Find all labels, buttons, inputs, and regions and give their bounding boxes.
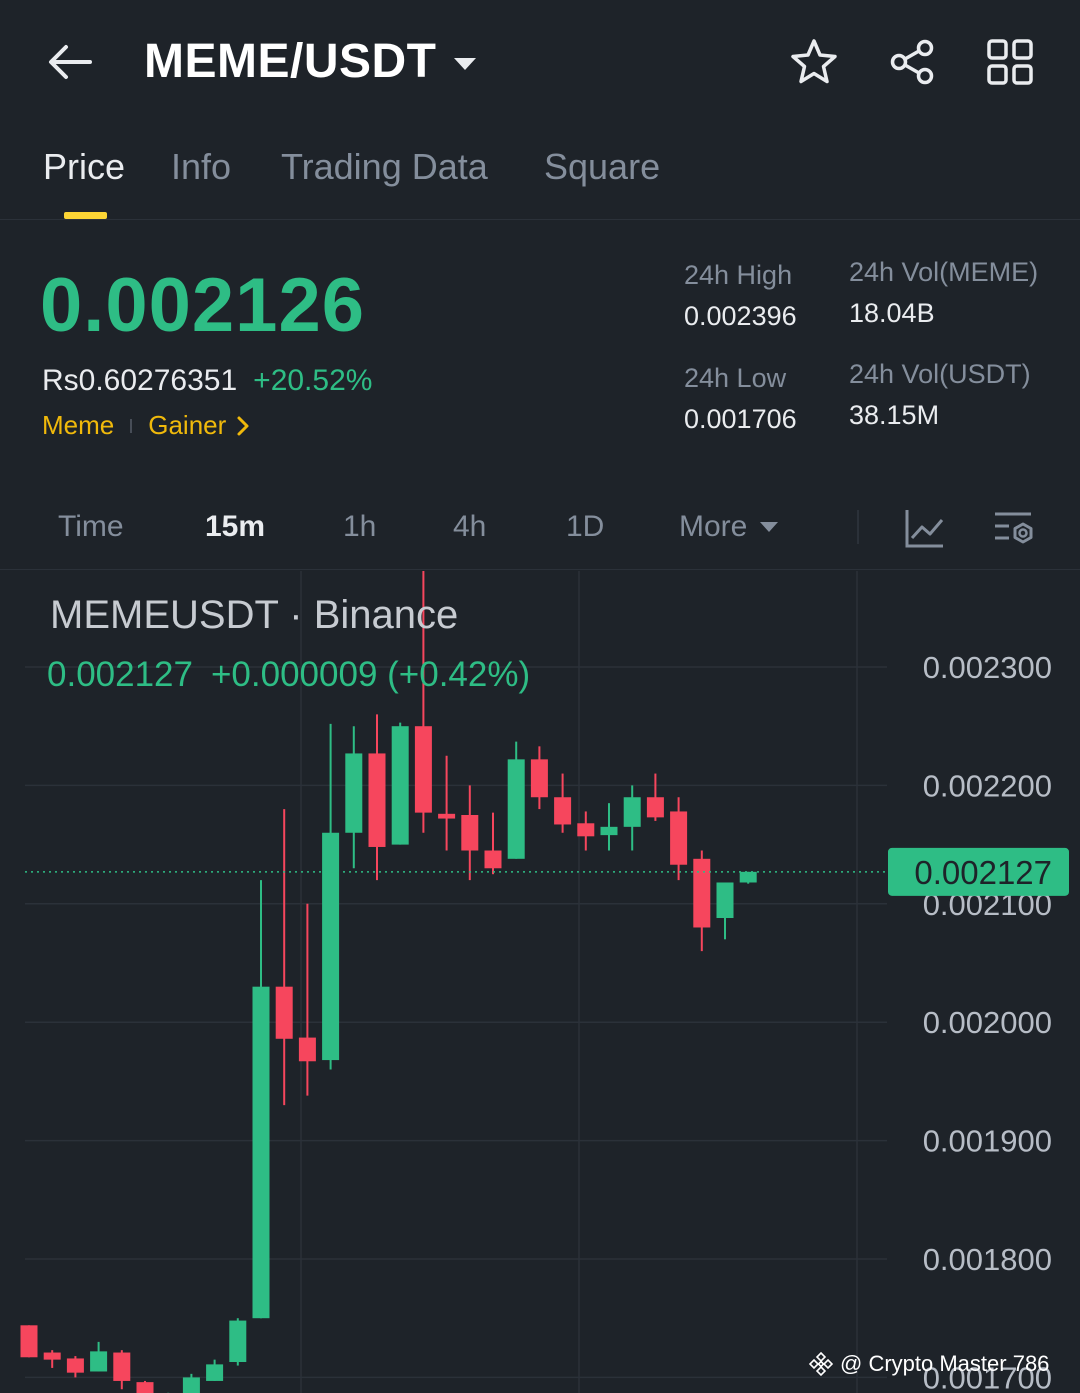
- back-arrow-icon: [49, 45, 92, 79]
- page-tabs: Price Info Trading Data Square: [0, 140, 1080, 220]
- tab-price[interactable]: Price: [43, 146, 125, 188]
- stat-value: 18.04B: [849, 298, 935, 328]
- share-icon: [890, 39, 934, 85]
- candle-body-down: [368, 753, 386, 847]
- y-axis-tick-label: 0.002200: [923, 768, 1052, 803]
- interval-divider: [857, 510, 859, 544]
- candle-body-down: [530, 759, 548, 798]
- candle-body-up: [206, 1364, 224, 1381]
- interval-bar: Time 15m 1h 4h 1D More: [0, 488, 1080, 570]
- chart-settings-icon: [995, 512, 1033, 544]
- watermark: @ Crypto Master 786: [808, 1351, 1049, 1377]
- caret-down-icon: [760, 522, 779, 532]
- token-tags: Meme Gainer: [42, 410, 250, 441]
- stat-value: 0.002396: [684, 301, 797, 331]
- binance-logo-icon: [808, 1351, 834, 1377]
- tag-gainer[interactable]: Gainer: [148, 410, 226, 441]
- stat-24h-low: 24h Low 0.001706: [684, 363, 797, 435]
- candle-body-up: [716, 882, 734, 919]
- interval-more-dropdown[interactable]: More: [679, 510, 779, 544]
- stat-24h-vol-quote: 24h Vol(USDT) 38.15M: [849, 359, 1031, 431]
- candle-body-down: [414, 726, 432, 813]
- chevron-right-icon[interactable]: [236, 415, 250, 437]
- stat-label: 24h Vol(MEME): [849, 257, 1039, 287]
- price-change-percent: +20.52%: [253, 364, 373, 397]
- caret-down-icon: [453, 57, 476, 70]
- tab-info[interactable]: Info: [171, 146, 231, 188]
- indicators-button[interactable]: [901, 504, 949, 552]
- candle-body-up: [229, 1320, 247, 1363]
- grid-icon: [987, 39, 1033, 85]
- interval-time[interactable]: Time: [58, 510, 124, 544]
- pair-title: MEME/USDT: [144, 35, 437, 88]
- pair-selector[interactable]: MEME/USDT: [144, 34, 477, 89]
- y-axis-tick-label: 0.002300: [923, 650, 1052, 685]
- layout-button[interactable]: [984, 36, 1036, 88]
- price-subline: Rs0.60276351 +20.52%: [42, 364, 372, 398]
- ohlc-change: +0.000009 (+0.42%): [210, 655, 531, 694]
- favorite-button[interactable]: [788, 36, 840, 88]
- interval-15m[interactable]: 15m: [205, 510, 265, 544]
- candle-body-down: [20, 1325, 38, 1358]
- top-bar: MEME/USDT: [0, 0, 1080, 125]
- candle-body-down: [461, 815, 479, 851]
- candle-body-up: [739, 871, 757, 883]
- ohlc-price: 0.002127: [47, 655, 193, 694]
- candle-body-down: [670, 811, 688, 865]
- interval-4h[interactable]: 4h: [453, 510, 486, 544]
- candle-body-down: [438, 813, 456, 819]
- candle-body-up: [391, 726, 409, 845]
- y-axis-tick-label: 0.001800: [923, 1242, 1052, 1277]
- candle-body-down: [298, 1037, 316, 1062]
- stat-24h-high: 24h High 0.002396: [684, 260, 797, 332]
- candle-body-up: [90, 1351, 108, 1372]
- candle-body-down: [113, 1352, 131, 1381]
- candlestick-chart[interactable]: 0.002300 0.002200 0.002100 0.002000 0.001900…: [0, 571, 1080, 1393]
- candle-body-up: [623, 797, 641, 827]
- interval-1h[interactable]: 1h: [343, 510, 376, 544]
- candle-body-up: [322, 832, 340, 1061]
- candle-body-down: [554, 797, 572, 825]
- back-button[interactable]: [44, 38, 96, 86]
- tag-meme[interactable]: Meme: [42, 410, 114, 441]
- candle-body-down: [693, 858, 711, 928]
- fiat-price: Rs0.60276351: [42, 364, 238, 397]
- chart-settings-button[interactable]: [990, 504, 1038, 552]
- stat-value: 0.001706: [684, 404, 797, 434]
- tag-divider: [130, 418, 133, 433]
- stat-24h-vol-base: 24h Vol(MEME) 18.04B: [849, 257, 1038, 329]
- active-tab-indicator: [64, 212, 107, 219]
- candle-body-up: [252, 986, 270, 1319]
- stat-value: 38.15M: [849, 400, 940, 430]
- interval-1d[interactable]: 1D: [566, 510, 604, 544]
- last-price-tag-label: 0.002127: [914, 854, 1052, 891]
- candle-body-down: [66, 1358, 84, 1373]
- tab-square[interactable]: Square: [544, 146, 660, 188]
- y-axis-tick-label: 0.002000: [923, 1005, 1052, 1040]
- candle-body-up: [507, 759, 525, 859]
- watermark-text: @ Crypto Master 786: [840, 1351, 1050, 1376]
- interval-more-label: More: [679, 510, 748, 543]
- candle-body-down: [646, 797, 664, 818]
- candle-body-up: [345, 753, 363, 833]
- chart-symbol-label: MEMEUSDT · Binance: [50, 593, 459, 637]
- candle-body-down: [577, 823, 595, 837]
- candle-body-up: [600, 826, 618, 836]
- y-axis-tick-label: 0.001900: [923, 1124, 1052, 1159]
- tab-trading-data[interactable]: Trading Data: [281, 146, 488, 188]
- candle-body-down: [484, 850, 502, 869]
- indicator-chart-icon: [905, 510, 944, 548]
- share-button[interactable]: [886, 36, 938, 88]
- stat-label: 24h Vol(USDT): [849, 359, 1031, 389]
- last-price: 0.002126: [40, 263, 365, 348]
- candle-body-up: [182, 1377, 200, 1393]
- candle-body-down: [136, 1382, 154, 1393]
- stat-label: 24h Low: [684, 363, 787, 393]
- chart-ohlc-readout: 0.002127 +0.000009 (+0.42%): [47, 655, 530, 695]
- candle-body-down: [275, 986, 293, 1039]
- stat-label: 24h High: [684, 260, 793, 290]
- candle-body-down: [43, 1352, 61, 1360]
- star-icon: [791, 39, 837, 84]
